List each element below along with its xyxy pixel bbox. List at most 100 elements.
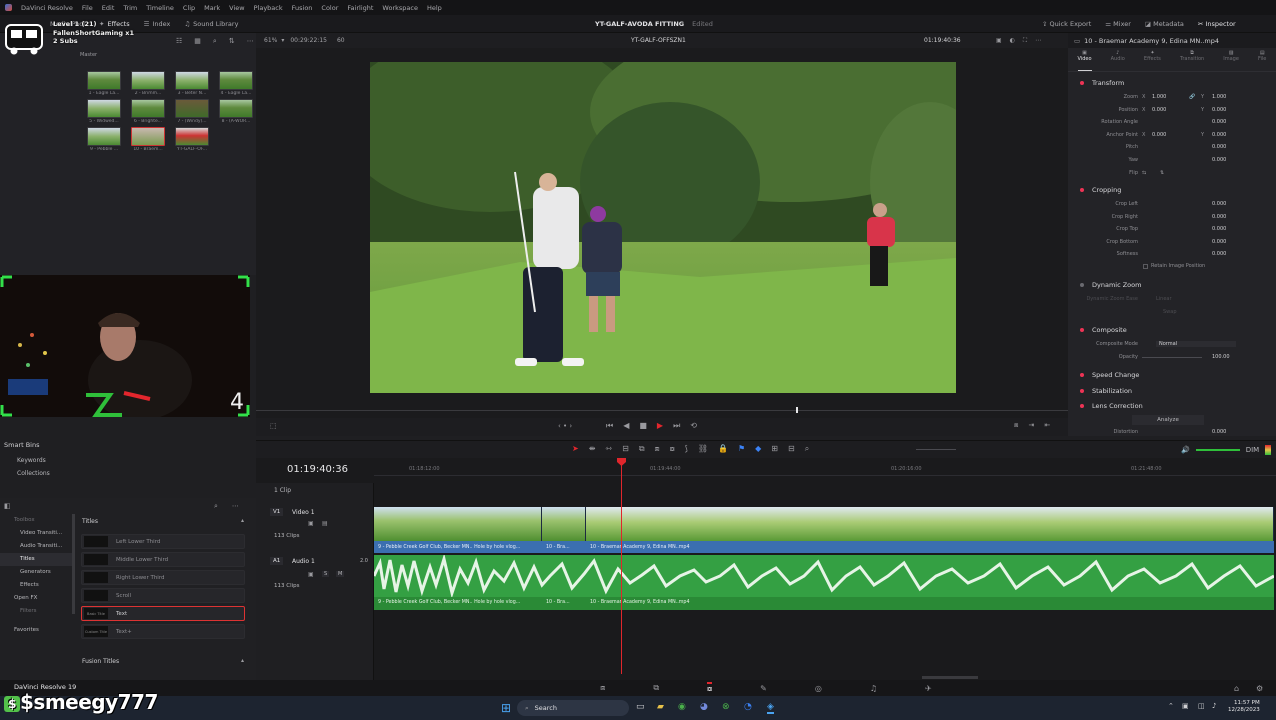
menu-fusion[interactable]: Fusion (292, 4, 313, 12)
fx-tree-titles[interactable]: Titles (0, 553, 72, 566)
viewer-options-icon[interactable]: ▣ (996, 37, 1002, 45)
quick-export-button[interactable]: ⇪ Quick Export (1042, 20, 1091, 28)
blade-tool-icon[interactable]: ⊟ (622, 444, 629, 454)
dynamic-trim-icon[interactable]: ⇿ (605, 444, 612, 454)
video-track-name[interactable]: Video 1 (292, 509, 315, 516)
media-clip[interactable]: 6 - Brighte... (126, 99, 170, 124)
sort-icon[interactable]: ⇅ (229, 37, 235, 46)
more-icon[interactable]: ⋯ (232, 502, 239, 511)
media-clip[interactable]: 8 - (A-WOR... (214, 99, 258, 124)
menu-edit[interactable]: Edit (102, 4, 115, 12)
menu-fairlight[interactable]: Fairlight (347, 4, 373, 12)
video-clip[interactable] (586, 507, 1274, 541)
detail-zoom-icon[interactable]: ⊟ (788, 444, 795, 454)
solo-button[interactable]: S (322, 571, 330, 577)
section-lens-correction[interactable]: Lens Correction (1068, 400, 1268, 411)
linked-selection-icon[interactable]: ⛓ (698, 444, 708, 454)
overwrite-clip-icon[interactable]: ⧈ (655, 444, 660, 454)
edit-page-icon[interactable]: ⧇ (707, 682, 713, 694)
video-clip[interactable] (374, 507, 542, 541)
tray-chevron-icon[interactable]: ⌃ (1168, 702, 1174, 710)
title-middle-lower-third[interactable]: Middle Lower Third (81, 552, 245, 567)
resolve-taskbar-icon[interactable]: ◈ (767, 702, 774, 714)
media-clip[interactable]: YT-GALF-OF... (170, 127, 214, 152)
section-stabilization[interactable]: Stabilization (1068, 385, 1268, 396)
crop-top-input[interactable]: 0.000 (1212, 226, 1226, 232)
crop-right-input[interactable]: 0.000 (1212, 214, 1226, 220)
analyze-button[interactable]: Analyze (1132, 415, 1204, 425)
viewer-zoom[interactable]: 61% (264, 37, 277, 44)
video-clip[interactable] (542, 507, 586, 541)
zoom-y-input[interactable]: 1.000 (1212, 94, 1226, 100)
playhead[interactable] (621, 460, 622, 674)
menu-workspace[interactable]: Workspace (382, 4, 418, 12)
lock-track-icon[interactable]: ▣ (308, 520, 314, 527)
media-clip[interactable]: 4 - Eagle La... (214, 71, 258, 96)
enabled-dot[interactable] (1080, 372, 1084, 377)
media-page-icon[interactable]: ⧈ (600, 683, 605, 693)
task-view-icon[interactable]: ▭ (636, 702, 645, 712)
enabled-dot[interactable] (1080, 187, 1084, 192)
section-transform[interactable]: Transform (1068, 77, 1268, 88)
auto-select-icon[interactable]: ▤ (322, 520, 328, 527)
trim-tool-icon[interactable]: ⇼ (589, 444, 596, 454)
composite-mode-select[interactable]: Normal (1156, 341, 1236, 347)
play-reverse-icon[interactable]: ◀ (623, 421, 629, 431)
timeline-zoom-slider[interactable] (916, 449, 956, 450)
video-frame-preview[interactable] (370, 62, 956, 393)
title-left-lower-third[interactable]: Left Lower Third (81, 534, 245, 549)
menu-help[interactable]: Help (427, 4, 442, 12)
fusion-page-icon[interactable]: ✎ (760, 684, 767, 693)
media-clip[interactable]: 3 - Beter N... (170, 71, 214, 96)
title-text[interactable]: Basic Title Text (81, 606, 245, 621)
rotation-input[interactable]: 0.000 (1212, 119, 1226, 125)
menu-color[interactable]: Color (321, 4, 338, 12)
playhead-handle[interactable] (617, 458, 626, 466)
title-scroll[interactable]: Scroll (81, 588, 245, 603)
crop-bottom-input[interactable]: 0.000 (1212, 239, 1226, 245)
tab-audio[interactable]: ♪ Audio (1111, 50, 1125, 71)
media-clip[interactable]: 9 - Pebble ... (82, 127, 126, 152)
network-icon[interactable]: ◫ (1198, 702, 1205, 710)
full-extent-zoom-icon[interactable]: ⊞ (771, 444, 778, 454)
fx-favorites[interactable]: Favorites (0, 624, 72, 637)
system-clock[interactable]: 11:57 PM 12/28/2023 (1228, 700, 1260, 714)
mixer-button[interactable]: ⚌ Mixer (1105, 20, 1131, 28)
menu-trim[interactable]: Trim (123, 4, 137, 12)
file-explorer-icon[interactable]: ▰ (657, 702, 664, 712)
link-icon[interactable]: 🔗 (1189, 94, 1195, 100)
audio-track-id[interactable]: A1 (270, 557, 284, 565)
flip-vertical-icon[interactable]: ⇅ (1160, 170, 1164, 176)
tab-image[interactable]: ▨ Image (1223, 50, 1239, 71)
zoom-icon[interactable]: ⌕ (805, 444, 809, 454)
smart-bin-keywords[interactable]: Keywords (17, 457, 46, 464)
section-dynamic-zoom[interactable]: Dynamic Zoom (1068, 279, 1268, 290)
prev-edit-icon[interactable]: ⇤ (1044, 421, 1050, 430)
flag-icon[interactable]: ⚑ (738, 444, 745, 454)
fx-tree-open-fx[interactable]: Open FX (0, 592, 72, 605)
enabled-dot[interactable] (1080, 403, 1084, 408)
position-x-input[interactable]: 0.000 (1152, 107, 1166, 113)
timeline-scrollbar[interactable] (922, 676, 978, 679)
next-edit-icon[interactable]: ⇥ (1028, 421, 1034, 430)
tab-video[interactable]: ▣ Video (1077, 50, 1092, 71)
collapse-icon[interactable]: ▴ (241, 657, 244, 664)
distortion-input[interactable]: 0.000 (1212, 429, 1226, 435)
transform-overlay-icon[interactable]: ⬚ (270, 422, 277, 430)
loop-icon[interactable]: ⟲ (690, 421, 697, 431)
audio-track-1[interactable]: 9 - Pebble Creek Golf Club, Becker MN.. … (372, 553, 1275, 610)
menu-clip[interactable]: Clip (183, 4, 195, 12)
timeline-name[interactable]: YT-GALF-OFFSZN1 (631, 37, 686, 44)
section-speed-change[interactable]: Speed Change (1068, 369, 1268, 380)
menu-file[interactable]: File (82, 4, 93, 12)
settings-icon[interactable]: ⚙ (1256, 684, 1263, 693)
tab-effects[interactable]: ✦ Effects (1144, 50, 1161, 71)
disabled-dot[interactable] (1080, 282, 1084, 287)
video-track-1[interactable]: 9 - Pebble Creek Golf Club, Becker MN.. … (374, 507, 1274, 553)
media-clip[interactable]: 7 - (Windy)... (170, 99, 214, 124)
section-cropping[interactable]: Cropping (1068, 184, 1268, 195)
enabled-dot[interactable] (1080, 327, 1084, 332)
video-track-id[interactable]: V1 (270, 508, 284, 516)
stop-icon[interactable]: ■ (639, 421, 647, 431)
softness-input[interactable]: 0.000 (1212, 251, 1226, 257)
